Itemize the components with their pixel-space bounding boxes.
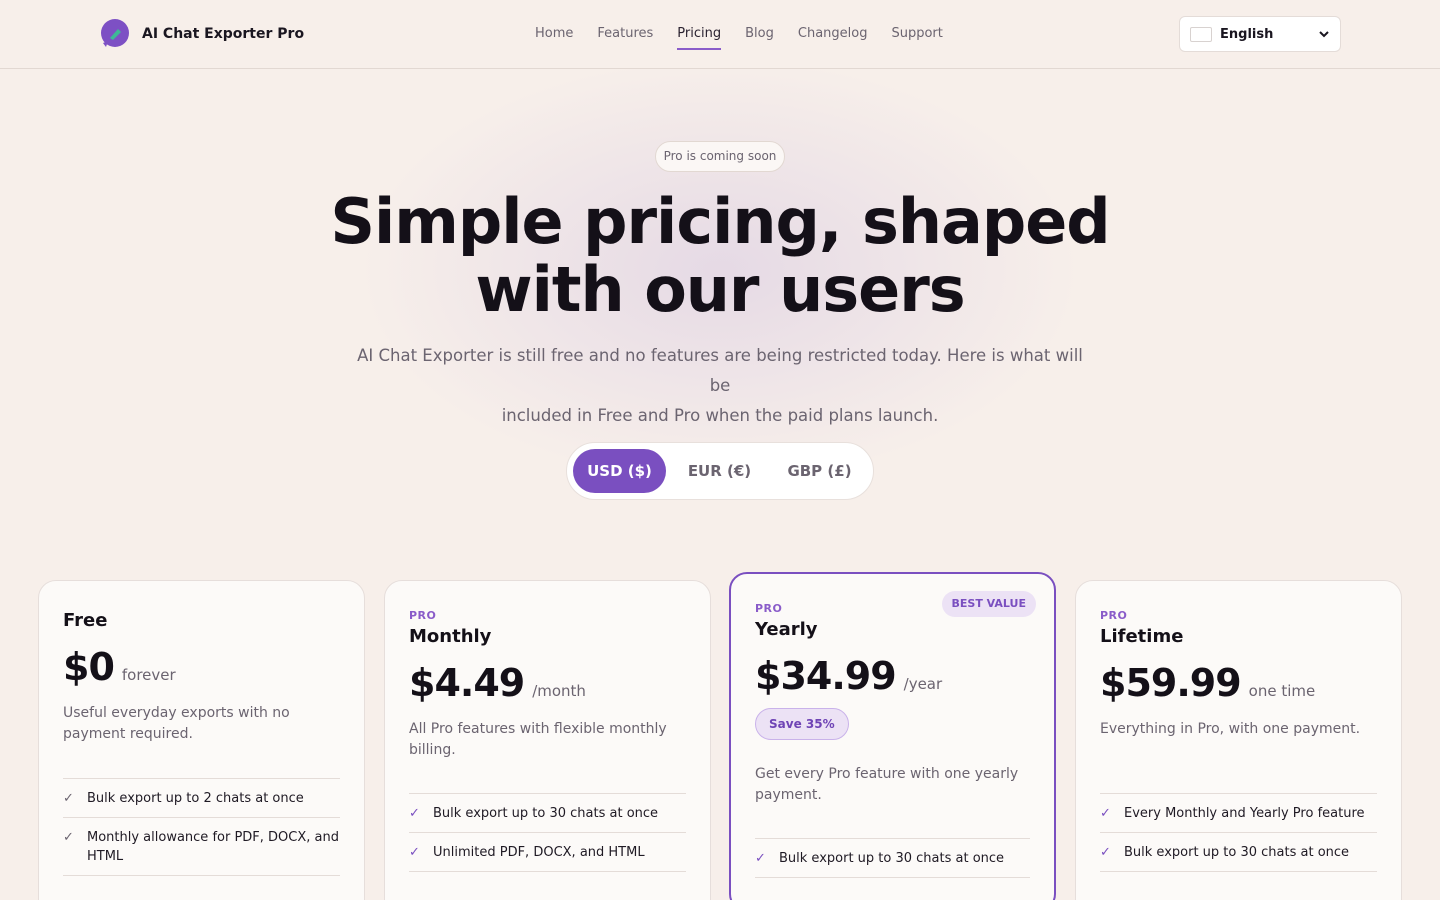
- feature-item: ✓ Bulk export up to 30 chats at once: [409, 794, 686, 833]
- currency-toggle: USD ($) EUR (€) GBP (£): [566, 442, 874, 500]
- main-nav: Home Features Pricing Blog Changelog Sup…: [535, 24, 943, 50]
- coming-soon-badge: Pro is coming soon: [655, 141, 785, 172]
- plan-price: $4.49: [409, 661, 525, 705]
- subtitle-line-1: AI Chat Exporter is still free and no fe…: [357, 346, 1083, 395]
- feature-list: ✓ Bulk export up to 30 chats at once: [755, 838, 1030, 878]
- plan-card-monthly: PRO Monthly $4.49 /month All Pro feature…: [384, 580, 711, 900]
- plan-card-free: Free $0 forever Useful everyday exports …: [38, 580, 365, 900]
- save-badge: Save 35%: [755, 708, 849, 740]
- title-line-2: with our users: [475, 253, 965, 326]
- top-navigation-bar: AI Chat Exporter Pro Home Features Prici…: [0, 0, 1440, 69]
- feature-list: ✓ Every Monthly and Yearly Pro feature ✓ B…: [1100, 793, 1377, 872]
- brand[interactable]: AI Chat Exporter Pro: [100, 19, 304, 49]
- feature-text: Monthly allowance for PDF, DOCX, and HTM…: [87, 830, 339, 864]
- chat-bubble-logo-icon: [101, 19, 129, 47]
- feature-text: Unlimited PDF, DOCX, and HTML: [433, 845, 645, 860]
- check-icon: ✓: [409, 845, 420, 860]
- nav-pricing[interactable]: Pricing: [677, 24, 722, 50]
- plan-name: Yearly: [755, 619, 818, 640]
- plan-card-yearly: BEST VALUE PRO Yearly $34.99 /year Save …: [729, 572, 1056, 900]
- plan-description: Useful everyday exports with no payment …: [63, 705, 290, 742]
- feature-item: ✓ Unlimited PDF, DOCX, and HTML: [409, 833, 686, 872]
- plan-description: Everything in Pro, with one payment.: [1100, 721, 1361, 737]
- plan-period: forever: [121, 666, 176, 684]
- plan-name: Lifetime: [1100, 626, 1184, 647]
- feature-text: Bulk export up to 30 chats at once: [779, 851, 1005, 866]
- plan-name: Free: [63, 610, 108, 631]
- feature-item: ✓ Bulk export up to 30 chats at once: [1100, 833, 1377, 872]
- feature-text: Bulk export up to 30 chats at once: [433, 806, 659, 821]
- plan-period: /month: [532, 682, 586, 700]
- check-icon: ✓: [755, 851, 766, 866]
- nav-changelog[interactable]: Changelog: [798, 24, 868, 50]
- currency-eur-button[interactable]: EUR (€): [666, 449, 773, 493]
- brand-name: AI Chat Exporter Pro: [142, 26, 305, 42]
- plan-tier: PRO: [409, 609, 437, 622]
- check-icon: ✓: [409, 806, 420, 821]
- language-label: English: [1220, 26, 1274, 42]
- subtitle-line-2: included in Free and Pro when the paid p…: [501, 406, 939, 425]
- check-icon: ✓: [1100, 806, 1111, 821]
- check-icon: ✓: [63, 791, 74, 806]
- language-select[interactable]: English: [1179, 16, 1341, 52]
- plan-period: /year: [903, 675, 943, 693]
- plan-name: Monthly: [409, 626, 492, 647]
- plan-price: $0: [63, 645, 115, 689]
- page-title: Simple pricing, shaped with our users: [320, 188, 1120, 324]
- plan-period: one time: [1248, 682, 1316, 700]
- chevron-down-icon: [1319, 31, 1329, 38]
- plan-description: Get every Pro feature with one yearly pa…: [755, 766, 1019, 803]
- flag-icon: [1190, 26, 1212, 42]
- nav-support[interactable]: Support: [891, 24, 942, 50]
- feature-item: ✓ Monthly allowance for PDF, DOCX, and HT…: [63, 818, 340, 876]
- currency-usd-button[interactable]: USD ($): [573, 449, 666, 493]
- title-line-1: Simple pricing, shaped: [330, 185, 1110, 258]
- nav-blog[interactable]: Blog: [745, 24, 774, 50]
- feature-list: ✓ Bulk export up to 30 chats at once ✓ Unl…: [409, 793, 686, 872]
- price-row: $34.99 /year: [755, 654, 1030, 698]
- nav-features[interactable]: Features: [597, 24, 653, 50]
- price-row: $59.99 one time: [1100, 661, 1377, 705]
- feature-text: Bulk export up to 30 chats at once: [1124, 845, 1350, 860]
- check-icon: ✓: [1100, 845, 1111, 860]
- feature-text: Bulk export up to 2 chats at once: [87, 791, 304, 806]
- nav-home[interactable]: Home: [535, 24, 573, 50]
- plan-description: All Pro features with flexible monthly b…: [409, 721, 667, 758]
- feature-text: Every Monthly and Yearly Pro feature: [1124, 806, 1365, 821]
- best-value-badge: BEST VALUE: [941, 591, 1036, 617]
- feature-list: ✓ Bulk export up to 2 chats at once ✓ Mont…: [63, 778, 340, 876]
- price-row: $4.49 /month: [409, 661, 686, 705]
- plan-price: $59.99: [1100, 661, 1242, 705]
- feature-item: ✓ Bulk export up to 2 chats at once: [63, 779, 340, 818]
- feature-item: ✓ Every Monthly and Yearly Pro feature: [1100, 794, 1377, 833]
- save-row: Save 35%: [755, 708, 1030, 740]
- plan-tier: PRO: [1100, 609, 1128, 622]
- feature-item: ✓ Bulk export up to 30 chats at once: [755, 839, 1030, 878]
- plan-card-lifetime: PRO Lifetime $59.99 one time Everything …: [1075, 580, 1402, 900]
- plan-price: $34.99: [755, 654, 897, 698]
- price-row: $0 forever: [63, 645, 340, 689]
- currency-gbp-button[interactable]: GBP (£): [773, 449, 866, 493]
- page-subtitle: AI Chat Exporter is still free and no fe…: [350, 341, 1090, 431]
- check-icon: ✓: [63, 830, 74, 845]
